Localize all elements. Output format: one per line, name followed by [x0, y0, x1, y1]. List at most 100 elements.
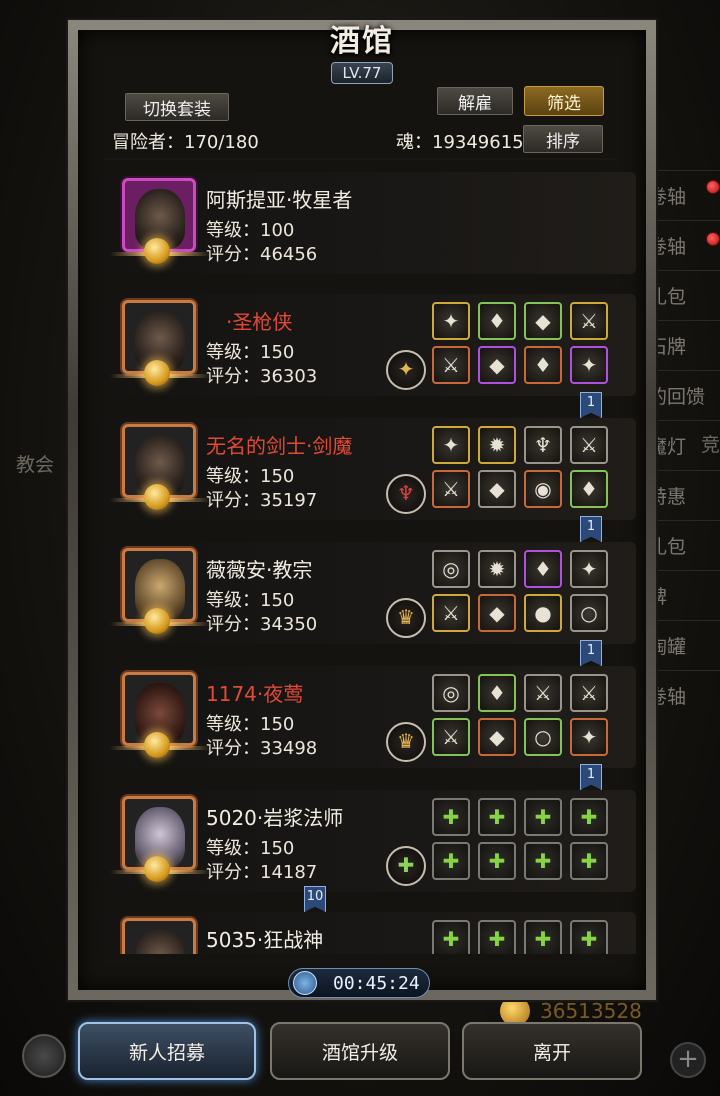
equipment-slot[interactable]: ◆	[478, 470, 516, 508]
gold-wings-icon[interactable]: ✦	[386, 350, 426, 390]
page-tag: 1	[580, 640, 602, 666]
hero-row[interactable]: 1174·夜莺 等级：150 评分：33498 ♛ ◎ ♦ ⚔ ⚔ ⚔ ◆ ○ …	[102, 666, 636, 768]
equipment-slot[interactable]: ♦	[478, 302, 516, 340]
page-tag: 1	[580, 764, 602, 790]
empty-slot-plus-icon[interactable]: ✚	[570, 798, 608, 836]
equipment-slot[interactable]: ✦	[570, 550, 608, 588]
hero-name: 薇薇安·教宗	[206, 558, 313, 582]
equipment-slot[interactable]: ◆	[478, 346, 516, 384]
equipment-slot[interactable]: ⚔	[432, 346, 470, 384]
page-title: 酒馆	[330, 24, 394, 59]
hero-name: ·圣枪侠	[226, 310, 293, 334]
empty-slot-plus-icon[interactable]: ✚	[478, 842, 516, 880]
empty-slot-plus-icon[interactable]: ✚	[478, 798, 516, 836]
hero-row[interactable]: 无名的剑士·剑魔 等级：150 评分：35197 ♆ ✦ ✹ ♆ ⚔ ⚔ ◆ ◉…	[102, 418, 636, 520]
notification-dot-icon	[706, 232, 720, 246]
gold-crown-icon[interactable]: ♛	[386, 598, 426, 638]
equipment-slot[interactable]: ✹	[478, 550, 516, 588]
empty-slot-plus-icon[interactable]: ✚	[570, 920, 608, 954]
hero-row[interactable]: 5020·岩浆法师 等级：150 评分：14187 ✚ ✚ ✚ ✚ ✚ ✚ ✚ …	[102, 790, 636, 892]
tavern-upgrade-button[interactable]: 酒馆升级	[270, 1022, 450, 1080]
hero-list[interactable]: 阿斯提亚·牧星者 等级：100 评分：46456 ·圣枪侠 等级：150 评分：…	[100, 164, 640, 954]
equipment-slot[interactable]: ✦	[570, 346, 608, 384]
adventurer-count: 冒险者：170/180	[112, 132, 259, 153]
title-plate: 酒馆 LV.77	[300, 16, 424, 96]
hero-score: 评分：33498	[206, 738, 318, 759]
hero-score: 评分：34350	[206, 614, 318, 635]
hero-row[interactable]: 5035·狂战神 ✚ ✚ ✚ ✚	[102, 912, 636, 954]
equipment-slot[interactable]: ◎	[432, 674, 470, 712]
equipment-slot[interactable]: ⚔	[432, 718, 470, 756]
divider	[104, 158, 616, 160]
green-plus-icon[interactable]: ✚	[386, 846, 426, 886]
hero-level: 等级：150	[206, 590, 295, 611]
hero-name: 无名的剑士·剑魔	[206, 434, 353, 458]
equipment-slot[interactable]: ♆	[524, 426, 562, 464]
recruit-timer: 00:45:24	[288, 968, 430, 998]
notification-dot-icon	[706, 180, 720, 194]
equipment-slot[interactable]: ◆	[478, 594, 516, 632]
add-plus-icon[interactable]: +	[670, 1042, 706, 1078]
empty-slot-plus-icon[interactable]: ✚	[524, 842, 562, 880]
hero-row[interactable]: 阿斯提亚·牧星者 等级：100 评分：46456	[102, 172, 636, 274]
empty-slot-plus-icon[interactable]: ✚	[570, 842, 608, 880]
equipment-slot[interactable]: ●	[524, 594, 562, 632]
equipment-slot[interactable]: ○	[570, 594, 608, 632]
hero-level: 等级：150	[206, 838, 295, 859]
equipment-slot[interactable]: ♦	[524, 346, 562, 384]
equipment-slot[interactable]: ◎	[432, 550, 470, 588]
tavern-level-badge: LV.77	[331, 62, 393, 84]
equipment-slot[interactable]: ✦	[570, 718, 608, 756]
equipment-slot[interactable]: ⚔	[432, 594, 470, 632]
equipment-slot[interactable]: ✹	[478, 426, 516, 464]
hero-score: 评分：14187	[206, 862, 318, 883]
dismiss-button[interactable]: 解雇	[436, 86, 514, 116]
hero-name: 1174·夜莺	[206, 682, 304, 706]
equipment-slot[interactable]: ⚔	[524, 674, 562, 712]
equipment-slot[interactable]: ⚔	[432, 470, 470, 508]
equipment-slot[interactable]: ◆	[478, 718, 516, 756]
equipment-slot[interactable]: ⚔	[570, 302, 608, 340]
hero-row[interactable]: 薇薇安·教宗 等级：150 评分：34350 ♛ ◎ ✹ ♦ ✦ ⚔ ◆ ● ○	[102, 542, 636, 644]
empty-slot-plus-icon[interactable]: ✚	[432, 920, 470, 954]
timer-text: 00:45:24	[333, 972, 420, 994]
empty-slot-plus-icon[interactable]: ✚	[524, 920, 562, 954]
hero-row[interactable]: ·圣枪侠 等级：150 评分：36303 ✦ ✦ ♦ ◆ ⚔ ⚔ ◆ ♦ ✦	[102, 294, 636, 396]
clock-icon	[293, 971, 317, 995]
red-horns-icon[interactable]: ♆	[386, 474, 426, 514]
settings-gear-icon[interactable]	[22, 1034, 66, 1078]
rank-medal-icon	[144, 484, 170, 510]
soul-count: 魂：19349615	[396, 132, 524, 153]
hero-level: 等级：150	[206, 466, 295, 487]
recruit-button[interactable]: 新人招募	[78, 1022, 256, 1080]
filter-button[interactable]: 筛选	[524, 86, 604, 116]
equipment-slot[interactable]: ✦	[432, 426, 470, 464]
equipment-slot[interactable]: ⚔	[570, 674, 608, 712]
equipment-slot[interactable]: ⚔	[570, 426, 608, 464]
bg-coin-amount: 36513528	[540, 999, 642, 1023]
empty-slot-plus-icon[interactable]: ✚	[478, 920, 516, 954]
equipment-slot[interactable]: ♦	[524, 550, 562, 588]
equipment-slot[interactable]: ✦	[432, 302, 470, 340]
hero-level: 等级：150	[206, 342, 295, 363]
gold-crown-icon[interactable]: ♛	[386, 722, 426, 762]
equipment-slot[interactable]: ♦	[478, 674, 516, 712]
equipment-slot[interactable]: ○	[524, 718, 562, 756]
equipment-slot[interactable]: ◆	[524, 302, 562, 340]
equipment-slot[interactable]: ◉	[524, 470, 562, 508]
hero-name: 5020·岩浆法师	[206, 806, 344, 830]
hero-name: 阿斯提亚·牧星者	[206, 188, 353, 212]
switch-outfit-button[interactable]: 切换套装	[124, 92, 230, 122]
empty-slot-plus-icon[interactable]: ✚	[432, 842, 470, 880]
empty-slot-plus-icon[interactable]: ✚	[432, 798, 470, 836]
hero-score: 评分：46456	[206, 244, 318, 265]
empty-slot-plus-icon[interactable]: ✚	[524, 798, 562, 836]
page-tag: 10	[304, 886, 326, 912]
rank-medal-icon	[144, 732, 170, 758]
leave-button[interactable]: 离开	[462, 1022, 642, 1080]
sort-button[interactable]: 排序	[522, 124, 604, 154]
rank-medal-icon	[144, 608, 170, 634]
hero-score: 评分：35197	[206, 490, 318, 511]
rank-medal-icon	[144, 856, 170, 882]
equipment-slot[interactable]: ♦	[570, 470, 608, 508]
